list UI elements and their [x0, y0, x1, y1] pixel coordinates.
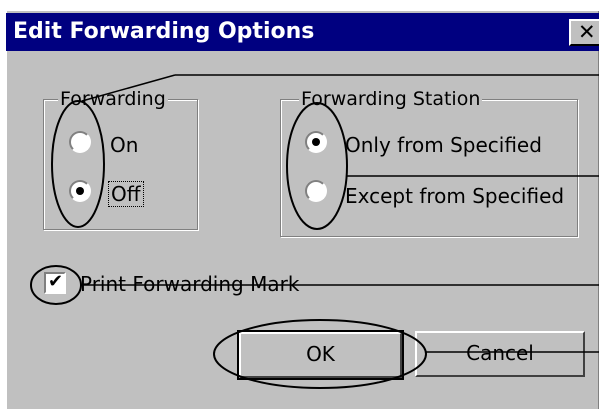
station-except-label[interactable]: Except from Specified	[345, 184, 564, 208]
cancel-button-label: Cancel	[466, 341, 534, 365]
window-title: Edit Forwarding Options	[13, 19, 315, 44]
print-mark-label[interactable]: Print Forwarding Mark	[80, 272, 299, 296]
forwarding-station-group-label: Forwarding Station	[299, 87, 483, 111]
forwarding-on-radio[interactable]	[69, 131, 91, 153]
title-bar: Edit Forwarding Options ✕	[6, 13, 599, 51]
forwarding-on-label[interactable]: On	[110, 133, 138, 157]
forwarding-group: Forwarding	[43, 87, 198, 230]
cancel-button[interactable]: Cancel	[415, 331, 585, 377]
forwarding-station-group: Forwarding Station	[280, 87, 578, 237]
close-button[interactable]: ✕	[569, 19, 599, 46]
close-icon: ✕	[578, 20, 596, 44]
radio-selected-icon	[76, 187, 84, 195]
forwarding-off-label[interactable]: Off	[108, 181, 144, 207]
station-only-radio[interactable]	[305, 131, 327, 153]
checkbox-checked-icon: ✔	[48, 271, 64, 292]
forwarding-group-label: Forwarding	[58, 87, 168, 111]
radio-selected-icon	[312, 138, 320, 146]
forwarding-off-radio[interactable]	[69, 180, 91, 202]
station-only-label[interactable]: Only from Specified	[345, 133, 542, 157]
ok-button[interactable]: OK	[237, 330, 404, 380]
station-except-radio[interactable]	[305, 180, 327, 202]
print-mark-checkbox[interactable]: ✔	[44, 271, 66, 294]
ok-button-label: OK	[306, 342, 335, 366]
